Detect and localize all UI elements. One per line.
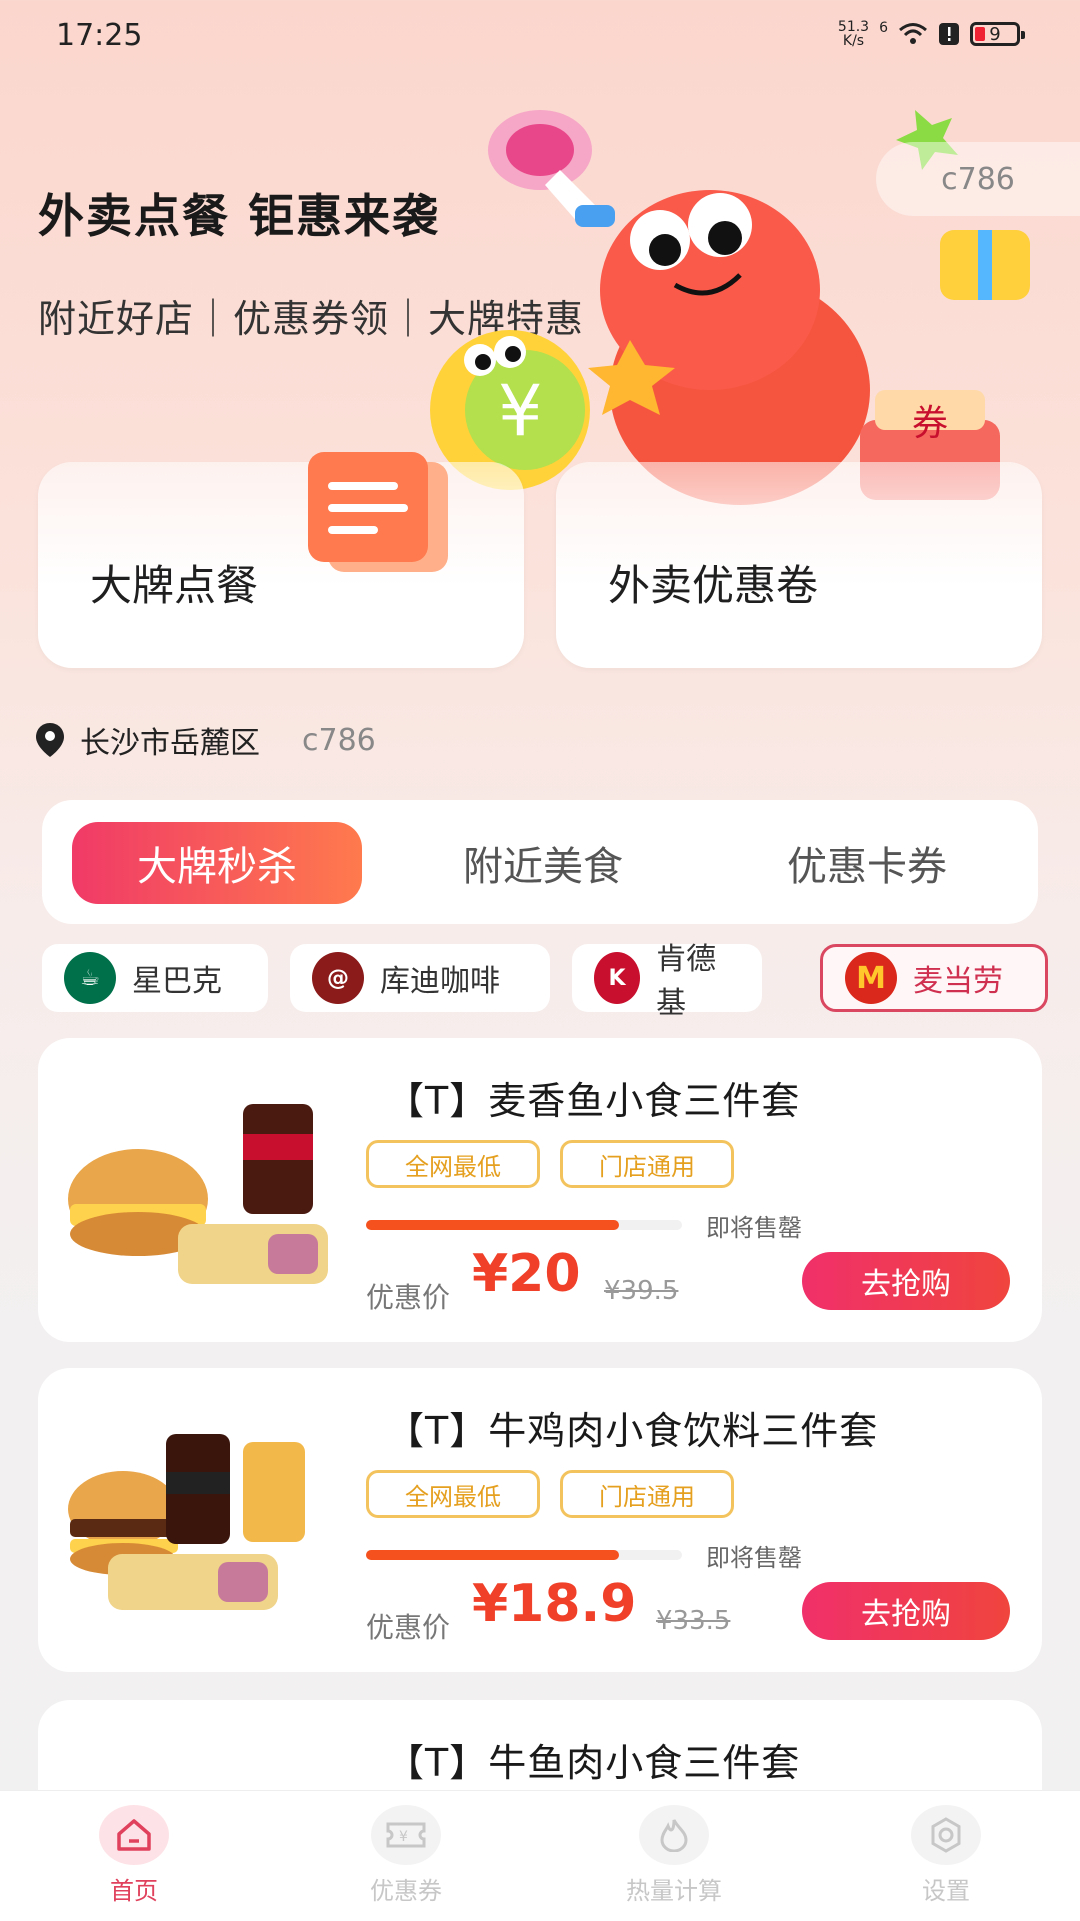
- megaphone-icon: [488, 110, 615, 227]
- brand-chip-label: 库迪咖啡: [380, 964, 500, 999]
- kfc-logo: K: [594, 952, 641, 1004]
- svg-text:¥: ¥: [399, 1829, 408, 1845]
- wifi-icon: [899, 23, 927, 44]
- location-bar[interactable]: 长沙市岳麓区 c786: [36, 718, 376, 762]
- tab-coupons[interactable]: 优惠卡券: [722, 822, 1012, 904]
- brand-chip-label: 肯德基: [656, 942, 717, 1021]
- buy-button[interactable]: 去抢购: [802, 1582, 1010, 1640]
- product-title: 【T】牛鱼肉小食三件套: [386, 1741, 801, 1785]
- product-title: 【T】牛鸡肉小食饮料三件套: [386, 1409, 879, 1453]
- product-title: 【T】麦香鱼小食三件套: [386, 1079, 801, 1123]
- nav-coupons[interactable]: ¥ 优惠券: [336, 1805, 476, 1906]
- stock-progress-fill: [366, 1550, 619, 1560]
- price-label: 优惠价: [366, 1281, 451, 1314]
- document-icon: [308, 452, 448, 572]
- brand-chip-cotti[interactable]: @ 库迪咖啡: [290, 944, 550, 1012]
- tab-brand-flash-sale[interactable]: 大牌秒杀: [72, 822, 362, 904]
- watermark-badge: c786: [876, 142, 1080, 216]
- nav-coupons-label: 优惠券: [370, 1877, 442, 1905]
- cotti-logo: @: [312, 952, 364, 1004]
- stock-progress-bar: [366, 1220, 682, 1230]
- brand-chip-label: 麦当劳: [913, 964, 1003, 999]
- brand-chip-kfc[interactable]: K 肯德基: [572, 942, 762, 1021]
- coupon-card[interactable]: 外卖优惠卷: [556, 462, 1042, 668]
- tag-store-general: 门店通用: [560, 1470, 734, 1518]
- nav-settings-label: 设置: [922, 1877, 970, 1905]
- mcdonalds-logo: M: [845, 952, 897, 1004]
- nav-home-label: 首页: [110, 1877, 158, 1905]
- nav-home[interactable]: 首页: [64, 1805, 204, 1906]
- home-icon: [99, 1805, 169, 1865]
- sell-out-soon: 即将售罄: [706, 1544, 802, 1572]
- net-speed: 51.3 K/s: [837, 19, 870, 49]
- starbucks-logo: ☕: [64, 952, 116, 1004]
- stock-progress-fill: [366, 1220, 619, 1230]
- location-pin-icon: [36, 723, 64, 757]
- product-image: [68, 1104, 328, 1284]
- settings-icon: [911, 1805, 981, 1865]
- stock-progress-bar: [366, 1550, 682, 1560]
- brand-chip-starbucks[interactable]: ☕ 星巴克: [42, 944, 268, 1012]
- brand-order-label: 大牌点餐: [90, 561, 259, 610]
- brand-chip-mcdonalds[interactable]: M 麦当劳: [820, 944, 1048, 1012]
- buy-button[interactable]: 去抢购: [802, 1252, 1010, 1310]
- sale-price: ¥20: [472, 1244, 581, 1304]
- location-code: c786: [302, 722, 376, 758]
- hero-title: 外卖点餐 钜惠来袭: [38, 189, 441, 243]
- sale-price: ¥18.9: [472, 1574, 637, 1634]
- flame-icon: [639, 1805, 709, 1865]
- tab-nearby-food[interactable]: 附近美食: [398, 822, 688, 904]
- nav-calorie-label: 热量计算: [626, 1877, 722, 1905]
- coupon-icon: ¥: [371, 1805, 441, 1865]
- original-price: ¥39.5: [604, 1276, 679, 1306]
- status-time: 17:25: [56, 18, 143, 53]
- product-card[interactable]: 【T】麦香鱼小食三件套 全网最低 门店通用 即将售罄 优惠价 ¥20 ¥39.5…: [38, 1038, 1042, 1342]
- price-label: 优惠价: [366, 1611, 451, 1644]
- bottom-navigation: 首页 ¥ 优惠券 热量计算 设置: [0, 1790, 1080, 1921]
- svg-text:¥: ¥: [498, 370, 543, 452]
- brand-order-card[interactable]: 大牌点餐: [38, 452, 524, 668]
- status-icons: 51.3 K/s 6 9: [837, 19, 1025, 49]
- nav-calorie[interactable]: 热量计算: [604, 1805, 744, 1906]
- product-card[interactable]: 【T】牛鸡肉小食饮料三件套 全网最低 门店通用 即将售罄 优惠价 ¥18.9 ¥…: [38, 1368, 1042, 1672]
- product-image: [68, 1434, 305, 1610]
- tag-lowest-price: 全网最低: [366, 1140, 540, 1188]
- coupon-card-label: 外卖优惠卷: [608, 561, 819, 610]
- svg-text:券: 券: [912, 403, 948, 444]
- signal-label: 6: [879, 20, 888, 36]
- tag-store-general: 门店通用: [560, 1140, 734, 1188]
- nav-settings[interactable]: 设置: [876, 1805, 1016, 1906]
- brand-chip-label: 星巴克: [132, 964, 222, 999]
- sell-out-soon: 即将售罄: [706, 1214, 802, 1242]
- alert-icon: [939, 23, 959, 45]
- category-tabs: 大牌秒杀 附近美食 优惠卡券: [42, 800, 1038, 924]
- tag-lowest-price: 全网最低: [366, 1470, 540, 1518]
- battery-icon: 9: [970, 22, 1025, 46]
- location-city: 长沙市岳麓区: [80, 726, 260, 761]
- original-price: ¥33.5: [656, 1606, 731, 1636]
